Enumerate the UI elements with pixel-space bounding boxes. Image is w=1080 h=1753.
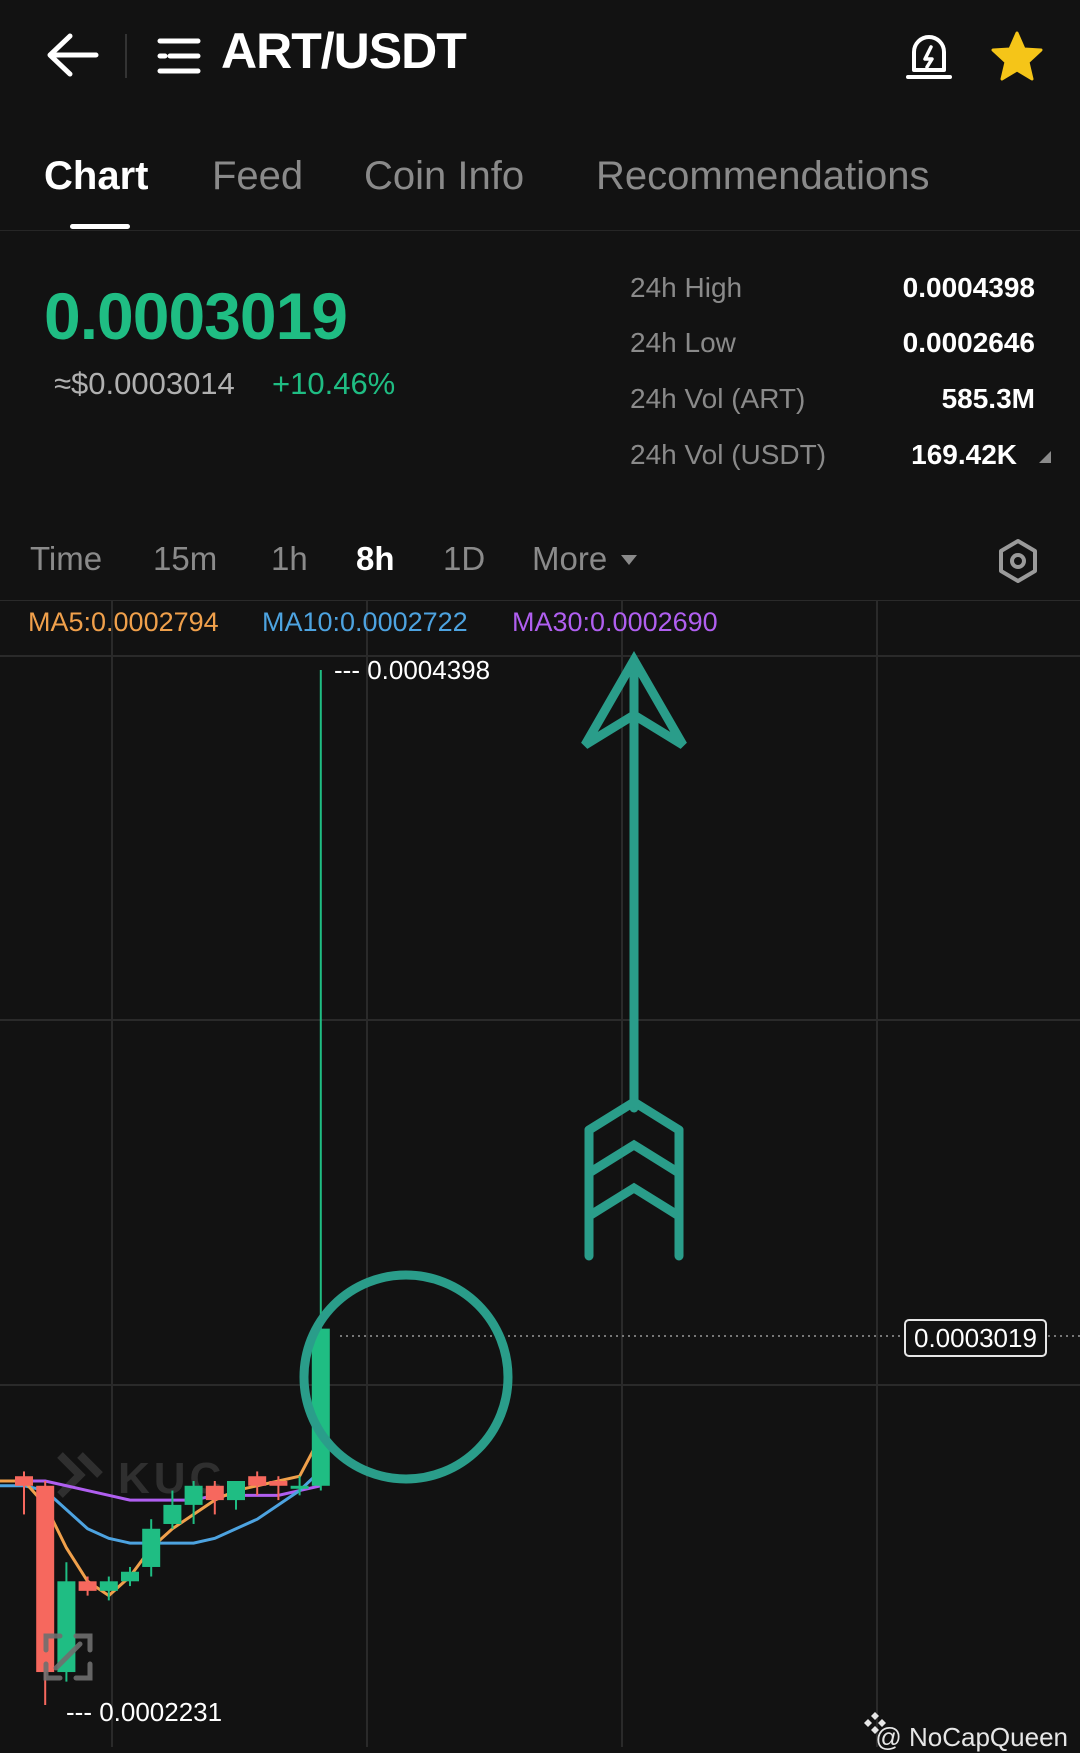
candle-up xyxy=(142,1528,161,1567)
binance-logo-icon xyxy=(864,1712,886,1734)
back-arrow-icon[interactable] xyxy=(44,32,100,78)
header-divider xyxy=(125,34,127,78)
candlestick-chart[interactable]: KUC xyxy=(0,600,1080,1747)
chart-settings-icon[interactable] xyxy=(995,538,1041,584)
ma5-value: MA5:0.0002794 xyxy=(28,607,219,637)
menu-icon[interactable] xyxy=(156,36,202,76)
ma10-value: MA10:0.0002722 xyxy=(262,607,468,637)
candle-down xyxy=(248,1476,267,1486)
usd-price: ≈$0.0003014 xyxy=(54,366,235,401)
high-price-label: --- 0.0004398 xyxy=(334,655,491,685)
candle-up xyxy=(311,1328,330,1486)
candle-up xyxy=(290,1485,309,1489)
candle-up xyxy=(99,1581,118,1591)
stat-value-24h-high: 0.0004398 xyxy=(902,272,1035,303)
tab-recommendations[interactable]: Recommendations xyxy=(596,154,930,199)
candle-down xyxy=(269,1480,288,1486)
tab-bar: Chart Feed Coin Info Recommendations xyxy=(0,140,1080,231)
ma30-value: MA30:0.0002690 xyxy=(512,607,718,637)
candle-down xyxy=(78,1581,97,1591)
stat-label-24h-vol-art: 24h Vol (ART) xyxy=(630,383,806,414)
tab-feed[interactable]: Feed xyxy=(212,154,303,199)
price-change-percent: +10.46% xyxy=(272,366,396,401)
low-price-label: --- 0.0002231 xyxy=(66,1697,223,1727)
interval-1h[interactable]: 1h xyxy=(271,540,308,578)
favorite-star-icon[interactable] xyxy=(990,30,1044,82)
pair-title: ART/USDT xyxy=(221,23,467,79)
candle-down xyxy=(205,1485,224,1501)
stat-value-24h-low: 0.0002646 xyxy=(902,327,1035,358)
stat-value-24h-vol-usdt[interactable]: 169.42K xyxy=(911,439,1017,471)
interval-time[interactable]: Time xyxy=(30,540,102,578)
vol-currency-toggle-icon[interactable] xyxy=(1038,450,1052,464)
interval-8h[interactable]: 8h xyxy=(356,540,395,578)
stat-label-24h-vol-usdt: 24h Vol (USDT) xyxy=(630,439,827,470)
chart-grid xyxy=(0,600,1080,1747)
stat-label-24h-high: 24h High xyxy=(630,272,743,303)
tab-coin-info[interactable]: Coin Info xyxy=(364,154,524,199)
annotation-circle xyxy=(299,1270,513,1484)
interval-1d[interactable]: 1D xyxy=(443,540,485,578)
interval-more[interactable]: More xyxy=(532,540,607,578)
candle-up xyxy=(121,1571,139,1582)
price-alert-bell-icon[interactable] xyxy=(905,30,953,82)
tab-chart[interactable]: Chart xyxy=(44,154,148,199)
candle-up xyxy=(184,1485,203,1505)
last-price: 0.0003019 xyxy=(44,279,348,353)
chevron-down-icon xyxy=(621,555,637,565)
candles xyxy=(15,670,330,1705)
candle-up xyxy=(227,1480,245,1501)
author-watermark: @ NoCapQueen xyxy=(875,1722,1068,1752)
stat-value-24h-vol-art: 585.3M xyxy=(941,383,1035,414)
stat-label-24h-low: 24h Low xyxy=(630,327,736,358)
current-price-tag: 0.0003019 xyxy=(904,1319,1047,1357)
interval-15m[interactable]: 15m xyxy=(153,540,217,578)
active-tab-indicator xyxy=(70,224,130,229)
candle-up xyxy=(163,1504,182,1524)
candle-down xyxy=(15,1476,33,1486)
annotation-arrow xyxy=(581,650,687,1261)
